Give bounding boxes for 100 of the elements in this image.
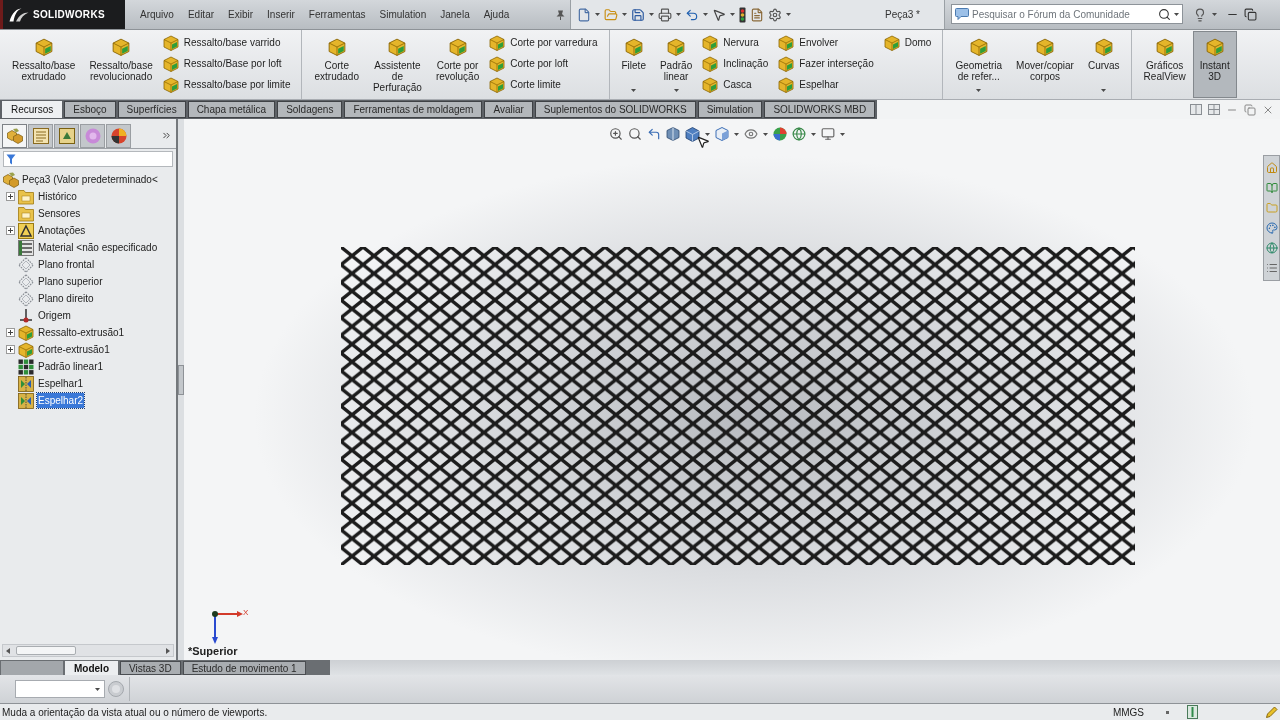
- printer-icon[interactable]: [658, 7, 672, 22]
- undo-icon[interactable]: [685, 7, 699, 22]
- tree-item[interactable]: Corte-extrusão1: [37, 342, 111, 357]
- menu-item[interactable]: Ajuda: [476, 4, 517, 25]
- box-icon[interactable]: [715, 127, 729, 141]
- monitor-icon[interactable]: [821, 127, 835, 141]
- eye-icon[interactable]: [744, 127, 758, 141]
- scroll-left-icon[interactable]: [6, 647, 10, 654]
- tree-item[interactable]: Histórico: [37, 189, 78, 204]
- lightbulb-icon[interactable]: [1193, 7, 1207, 22]
- panel-tab[interactable]: [106, 124, 131, 148]
- ribbon-button[interactable]: Ressalto/base por limite: [159, 74, 294, 95]
- splitter-handle[interactable]: [178, 365, 184, 395]
- units-label[interactable]: MMGS: [1112, 704, 1144, 720]
- caret-down-icon[interactable]: [649, 13, 654, 16]
- ribbon-button[interactable]: Nervura: [699, 32, 772, 53]
- caret-down-icon[interactable]: [1174, 12, 1179, 16]
- menu-item[interactable]: Exibir: [221, 4, 261, 25]
- ribbon-button[interactable]: Filete: [614, 31, 653, 98]
- split-view-icon[interactable]: [1208, 104, 1220, 115]
- ribbon-button[interactable]: Espelhar: [775, 74, 877, 95]
- ribbon-button[interactable]: Corte limite: [486, 74, 601, 95]
- ribbon-button[interactable]: Corte por revolução: [428, 31, 487, 98]
- expand-plus-icon[interactable]: [6, 226, 15, 235]
- ribbon-button[interactable]: Inclinação: [699, 53, 772, 74]
- ribbon-button[interactable]: Padrão linear: [652, 31, 700, 98]
- save-icon[interactable]: [631, 7, 645, 22]
- tree-item[interactable]: Plano superior: [37, 274, 104, 289]
- tab[interactable]: Soldagens: [277, 101, 343, 118]
- menu-item[interactable]: Editar: [180, 4, 222, 25]
- panel-tab[interactable]: [28, 124, 53, 148]
- caret-down-icon[interactable]: [763, 132, 768, 136]
- funnel-icon[interactable]: [6, 153, 16, 165]
- tree-item[interactable]: Anotações: [37, 223, 87, 238]
- tab[interactable]: Simulation: [697, 101, 763, 118]
- caret-down-icon[interactable]: [811, 132, 816, 136]
- search-field[interactable]: Pesquisar o Fórum da Comunidade: [951, 4, 1183, 24]
- ribbon-button[interactable]: Ressalto/base revolucionado: [82, 31, 160, 98]
- tab[interactable]: Avaliar: [484, 101, 533, 118]
- ribbon-button[interactable]: Assistente de Perfuração: [365, 31, 429, 98]
- document-icon[interactable]: [750, 7, 764, 22]
- ribbon-button[interactable]: Corte extrudado: [307, 31, 366, 98]
- panel-tab[interactable]: [54, 124, 79, 148]
- caret-down-icon[interactable]: [976, 89, 982, 92]
- book-icon[interactable]: [1265, 182, 1278, 194]
- caret-down-icon[interactable]: [595, 13, 600, 16]
- settings-icon[interactable]: [768, 7, 782, 22]
- caret-down-icon[interactable]: [734, 132, 739, 136]
- menu-item[interactable]: Janela: [433, 4, 477, 25]
- tab[interactable]: Chapa metálica: [187, 101, 276, 118]
- tab[interactable]: Vistas 3D: [120, 661, 181, 675]
- new-document-icon[interactable]: [577, 7, 591, 22]
- caret-down-icon[interactable]: [673, 89, 679, 92]
- palette-icon[interactable]: [1265, 222, 1278, 234]
- ribbon-button[interactable]: Gráficos RealView: [1136, 31, 1193, 98]
- filter-field[interactable]: [3, 151, 173, 167]
- tree-item[interactable]: Espelhar1: [37, 376, 85, 391]
- tab[interactable]: Suplementos do SOLIDWORKS: [534, 101, 696, 118]
- color-sphere-icon[interactable]: [773, 127, 787, 141]
- tab[interactable]: Ferramentas de moldagem: [344, 101, 483, 118]
- list-icon[interactable]: [1265, 262, 1278, 274]
- tab[interactable]: Esboço: [64, 101, 116, 118]
- tree-item[interactable]: Espelhar2: [37, 393, 85, 408]
- caret-down-icon[interactable]: [95, 687, 100, 691]
- ribbon-button[interactable]: Instant 3D: [1192, 31, 1237, 98]
- ribbon-button[interactable]: Casca: [699, 74, 772, 95]
- panel-tab[interactable]: [2, 124, 27, 148]
- rebuild-status-icon[interactable]: [1187, 705, 1198, 719]
- ribbon-button[interactable]: Geometria de refer...: [948, 31, 1010, 98]
- expand-plus-icon[interactable]: [6, 328, 15, 337]
- ribbon-button[interactable]: Fazer interseção: [775, 53, 877, 74]
- chevrons-right-icon[interactable]: [161, 130, 172, 141]
- ribbon-button[interactable]: Domo: [880, 32, 935, 53]
- menu-item[interactable]: Ferramentas: [301, 4, 373, 25]
- pin-icon[interactable]: [556, 9, 565, 20]
- scroll-right-icon[interactable]: [166, 647, 170, 654]
- back-arrow-icon[interactable]: [647, 127, 661, 141]
- caret-down-icon[interactable]: [1101, 89, 1107, 92]
- menu-item[interactable]: Simulation: [372, 4, 434, 25]
- caret-down-icon[interactable]: [703, 13, 708, 16]
- caret-down-icon[interactable]: [730, 13, 735, 16]
- ribbon-button[interactable]: Ressalto/base extrudado: [5, 31, 83, 98]
- tree-item[interactable]: Origem: [37, 308, 72, 323]
- horizontal-scrollbar[interactable]: [2, 644, 174, 657]
- restore-icon[interactable]: [1244, 8, 1257, 21]
- magnifier-icon[interactable]: [628, 127, 642, 141]
- tree-item[interactable]: Peça3 (Valor predeterminado<: [22, 172, 158, 187]
- tree-item[interactable]: Ressalto-extrusão1: [37, 325, 126, 340]
- ribbon-button[interactable]: Curvas: [1080, 31, 1127, 98]
- menu-item[interactable]: Arquivo: [133, 4, 181, 25]
- pencil-icon[interactable]: [1266, 706, 1278, 718]
- traffic-light-icon[interactable]: [739, 6, 746, 23]
- caret-down-icon[interactable]: [676, 13, 681, 16]
- ribbon-button[interactable]: Ressalto/base varrido: [159, 32, 294, 53]
- pointer-icon[interactable]: [712, 7, 726, 22]
- tree-item[interactable]: Padrão linear1: [37, 359, 105, 374]
- expand-plus-icon[interactable]: [6, 345, 15, 354]
- split-view-icon[interactable]: [1190, 104, 1202, 115]
- caret-down-icon[interactable]: [786, 13, 791, 16]
- caret-down-icon[interactable]: [840, 132, 845, 136]
